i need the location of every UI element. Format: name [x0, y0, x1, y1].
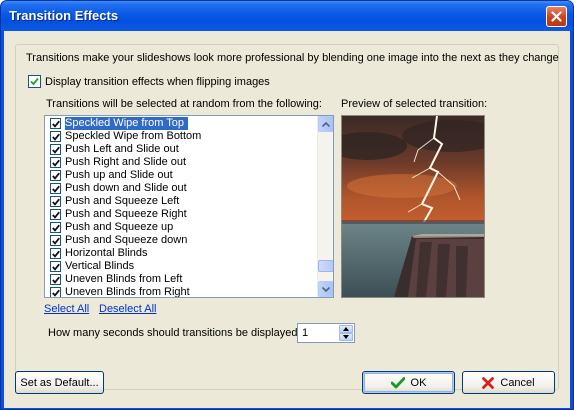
list-item[interactable]: Horizontal Blinds: [45, 247, 315, 260]
close-icon: [551, 11, 562, 22]
checkmark-icon: [51, 211, 60, 219]
checkmark-icon: [51, 185, 60, 193]
list-item-checkbox[interactable]: [50, 144, 61, 155]
checkmark-icon: [51, 172, 60, 180]
list-item[interactable]: Push Left and Slide out: [45, 143, 315, 156]
spin-up-button[interactable]: [339, 325, 353, 333]
checkmark-icon: [51, 289, 60, 297]
list-item-checkbox[interactable]: [50, 248, 61, 259]
list-item-label: Push down and Slide out: [65, 182, 187, 194]
list-item[interactable]: Vertical Blinds: [45, 260, 315, 273]
checkmark-icon: [51, 263, 60, 271]
list-item-label: Push and Squeeze up: [65, 221, 174, 233]
chevron-down-icon: [322, 286, 330, 292]
checkmark-icon: [51, 198, 60, 206]
list-item-label: Push and Squeeze Right: [65, 208, 187, 220]
list-item[interactable]: Push and Squeeze down: [45, 234, 315, 247]
list-item[interactable]: Push and Squeeze Right: [45, 208, 315, 221]
transitions-listbox[interactable]: Speckled Wipe from Top Speckled Wipe from…: [44, 115, 334, 298]
ok-label: OK: [410, 376, 427, 389]
list-item-checkbox[interactable]: [50, 261, 61, 272]
list-item-label: Push Left and Slide out: [65, 143, 179, 155]
scroll-down-button[interactable]: [318, 281, 333, 297]
transition-preview: [341, 115, 485, 298]
list-item[interactable]: Uneven Blinds from Right: [45, 286, 315, 298]
dialog-window: Transition Effects Transitions make your…: [0, 0, 574, 410]
cancel-label: Cancel: [500, 376, 535, 389]
duration-label: How many seconds should transitions be d…: [48, 327, 301, 339]
list-item-label: Vertical Blinds: [65, 260, 135, 272]
checkmark-icon: [51, 237, 60, 245]
list-item[interactable]: Push Right and Slide out: [45, 156, 315, 169]
list-item[interactable]: Speckled Wipe from Bottom: [45, 130, 315, 143]
checkmark-icon: [51, 276, 60, 284]
list-item-checkbox[interactable]: [50, 287, 61, 297]
window-title: Transition Effects: [9, 8, 119, 23]
checkmark-icon: [51, 146, 60, 154]
checkmark-icon: [51, 250, 60, 258]
checkmark-icon: [30, 77, 39, 86]
intro-text: Transitions make your slideshows look mo…: [26, 52, 559, 64]
dialog-body: Transitions make your slideshows look mo…: [4, 31, 570, 408]
list-item[interactable]: Push and Squeeze up: [45, 221, 315, 234]
list-item-label: Uneven Blinds from Left: [65, 273, 183, 285]
list-scrollbar[interactable]: [317, 116, 333, 297]
checkmark-icon: [51, 224, 60, 232]
list-item-label: Speckled Wipe from Bottom: [65, 130, 202, 142]
list-item-label: Uneven Blinds from Right: [65, 286, 190, 298]
display-transitions-label[interactable]: Display transition effects when flipping…: [45, 76, 270, 88]
set-as-default-button[interactable]: Set as Default...: [15, 371, 104, 394]
list-item-checkbox[interactable]: [50, 157, 61, 168]
list-item[interactable]: Speckled Wipe from Top: [45, 117, 315, 130]
list-item[interactable]: Push down and Slide out: [45, 182, 315, 195]
close-button[interactable]: [546, 6, 567, 27]
list-item-checkbox[interactable]: [50, 196, 61, 207]
list-item[interactable]: Uneven Blinds from Left: [45, 273, 315, 286]
preview-caption: Preview of selected transition:: [341, 98, 488, 110]
cancel-button[interactable]: Cancel: [462, 371, 555, 394]
checkmark-icon: [51, 159, 60, 167]
chevron-up-icon: [322, 121, 330, 127]
checkmark-icon: [51, 120, 60, 128]
list-caption: Transitions will be selected at random f…: [46, 98, 322, 110]
list-item-checkbox[interactable]: [50, 274, 61, 285]
spin-down-button[interactable]: [339, 333, 353, 341]
list-item-checkbox[interactable]: [50, 118, 61, 129]
checkmark-icon: [51, 133, 60, 141]
list-item[interactable]: Push up and Slide out: [45, 169, 315, 182]
set-as-default-label: Set as Default...: [20, 376, 99, 389]
list-item-checkbox[interactable]: [50, 131, 61, 142]
title-bar[interactable]: Transition Effects: [1, 1, 573, 31]
arrow-down-icon: [343, 335, 349, 339]
duration-value[interactable]: 1: [302, 327, 308, 339]
list-item-label: Push and Squeeze Left: [65, 195, 180, 207]
list-item-checkbox[interactable]: [50, 235, 61, 246]
preview-image: [342, 116, 484, 297]
list-item-checkbox[interactable]: [50, 170, 61, 181]
checkmark-icon: [390, 376, 405, 389]
list-item-label: Push and Squeeze down: [65, 234, 188, 246]
list-item-label: Push up and Slide out: [65, 169, 173, 181]
deselect-all-link[interactable]: Deselect All: [99, 303, 156, 315]
display-transitions-check[interactable]: [28, 75, 41, 88]
list-item-label: Speckled Wipe from Top: [65, 117, 189, 130]
select-all-link[interactable]: Select All: [44, 303, 89, 315]
list-item-checkbox[interactable]: [50, 183, 61, 194]
arrow-up-icon: [343, 327, 349, 331]
list-item-checkbox[interactable]: [50, 209, 61, 220]
list-item[interactable]: Push and Squeeze Left: [45, 195, 315, 208]
list-item-checkbox[interactable]: [50, 222, 61, 233]
list-item-label: Push Right and Slide out: [65, 156, 187, 168]
red-x-icon: [482, 376, 495, 389]
scroll-thumb[interactable]: [318, 260, 333, 272]
list-item-label: Horizontal Blinds: [65, 247, 148, 259]
scroll-up-button[interactable]: [318, 116, 333, 132]
duration-spinner[interactable]: 1: [297, 323, 355, 343]
ok-button[interactable]: OK: [362, 371, 455, 394]
